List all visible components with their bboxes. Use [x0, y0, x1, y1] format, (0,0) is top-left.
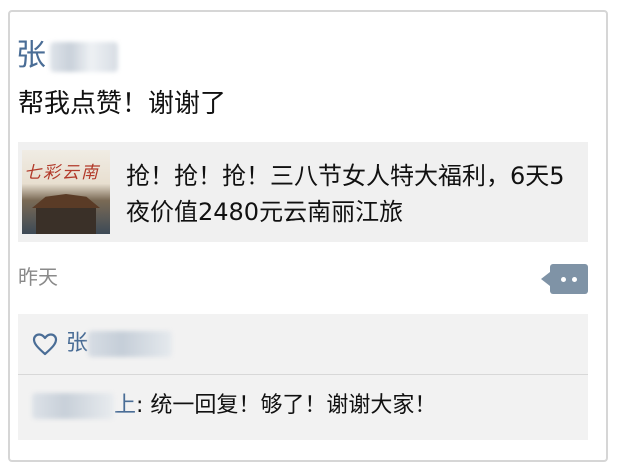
thumbnail-pavilion-base — [36, 208, 96, 234]
more-dots-icon — [572, 276, 577, 282]
link-thumbnail: 七彩云南 — [22, 150, 110, 234]
comment-row[interactable]: 上: 统一回复！够了！谢谢大家！ — [32, 388, 436, 424]
more-dots-icon — [561, 276, 566, 282]
likes-row: 张 — [18, 314, 588, 374]
link-title: 抢！抢！抢！三八节女人特大福利，6天5夜价值2480元云南丽江旅 — [126, 162, 565, 226]
comment-text: 统一回复！够了！谢谢大家！ — [150, 393, 437, 418]
post-time: 昨天 — [18, 265, 58, 289]
feedback-divider — [18, 374, 588, 375]
author-name-blur — [50, 41, 118, 72]
liker-name-text[interactable]: 张 — [66, 331, 88, 356]
thumbnail-logo-text: 七彩云南 — [24, 163, 100, 183]
post-text: 帮我点赞！谢谢了 — [18, 89, 227, 119]
commenter-name-blur — [32, 393, 114, 419]
feedback-panel: 张 上: 统一回复！够了！谢谢大家！ — [18, 314, 588, 440]
commenter-name[interactable]: 上 — [114, 393, 136, 418]
author-name[interactable]: 张 — [16, 38, 118, 74]
comment-separator: : — [136, 393, 151, 418]
liker-name[interactable]: 张 — [66, 330, 173, 358]
comment-button[interactable] — [541, 264, 588, 294]
shared-link-card[interactable]: 七彩云南 抢！抢！抢！三八节女人特大福利，6天5夜价值2480元云南丽江旅 — [18, 142, 588, 242]
author-name-text[interactable]: 张 — [16, 38, 46, 73]
heart-outline-icon — [32, 333, 58, 356]
thumbnail-pavilion-roof — [32, 194, 100, 208]
liker-name-blur — [88, 331, 173, 357]
